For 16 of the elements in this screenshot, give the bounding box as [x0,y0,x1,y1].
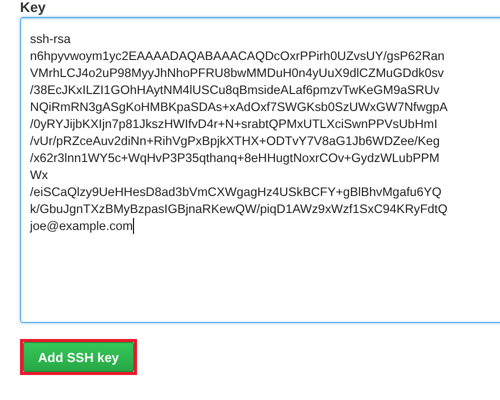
key-text-line: /38EcJKxILZI1GOhHAytNM4lUSCu8qBmsideALaf6pmzvTwKeGM9aSRUv [30,83,440,97]
key-text-line: n6hpyvwoym1yc2EAAAADAQABAAACAQDcOxrPPirh0UZvsUY/gsP62Ran [30,49,445,63]
key-text-line: NQiRmRN3gASgKoHMBKpaSDAs+xAdOxf7SWGKsb0SzUWxGW7NfwgpA [30,100,448,114]
key-text-line: /0yRYJijbKXIjn7p81JkszHWIfvD4r+N+srabtQPMxUTLXciSwnPPVsUbHmI [30,117,438,131]
key-text-line: ssh-rsa [30,32,71,46]
field-label: Key [20,0,47,14]
key-text-line: Wx [30,168,48,182]
key-field[interactable] [20,17,500,323]
key-text-line: VMrhLCJ4o2uP98MyyJhNhoPFRU8bwMMDuH0n4yUuX9dlCZMuGDdk0sv [30,66,444,80]
key-text-line: k/GbuJgnTXzBMyBzpasIGBjnaRKewQW/piqD1AWz9xWzf1SxC94KRyFdtQ [30,202,448,216]
text-caret [132,218,134,234]
key-text-line: /x62r3lnn1WY5c+WqHvP3P35qthanq+8eHHugtNoxrCOv+GydzWLubPPM [30,151,440,165]
add-ssh-key-button[interactable]: Add SSH key [23,342,134,372]
key-text-line: joe@example.com [30,219,133,233]
key-text-line: /eiSCaQlzy9UeHHesD8ad3bVmCXWgagHz4USkBCFY+gBlBhvMgafu6YQ [30,185,442,199]
key-text-line: /vUr/pRZceAuv2diNn+RihVgPxBpjkXTHX+ODTvY7V8aG1Jb6WDZee/Keg [30,134,440,148]
